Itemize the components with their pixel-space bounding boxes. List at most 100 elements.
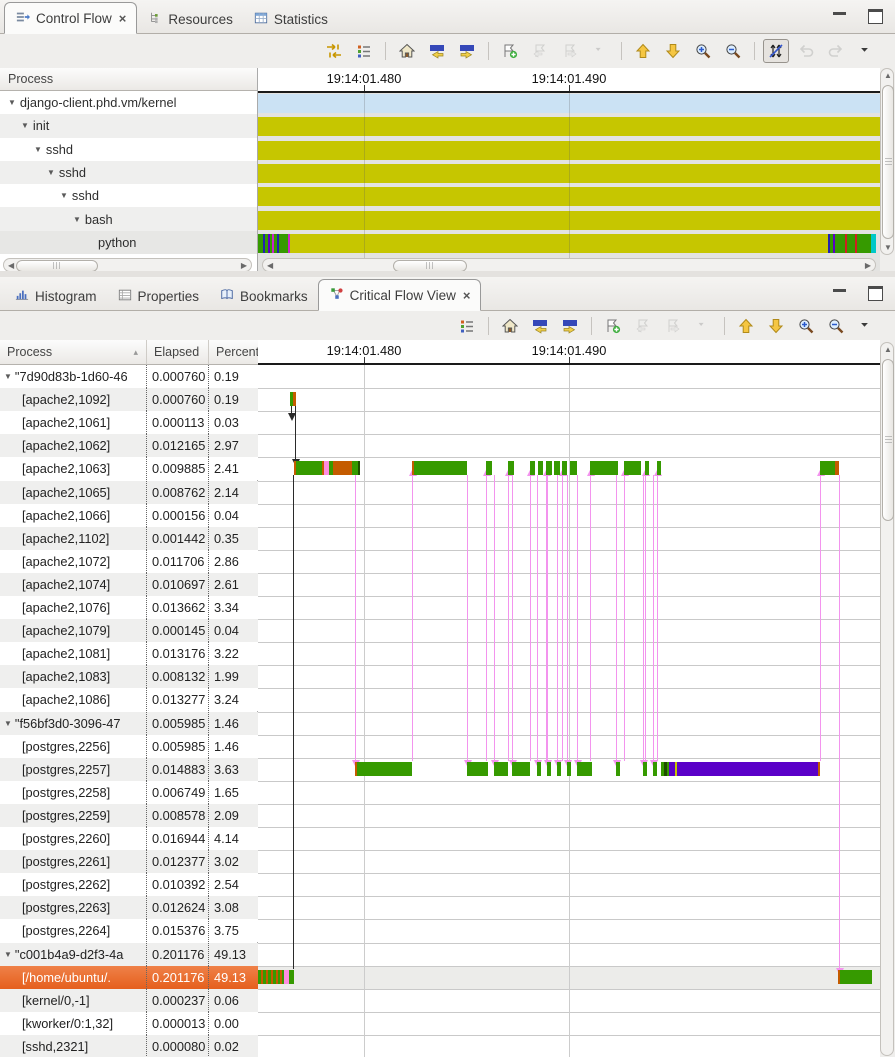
tab-critical-flow-view[interactable]: Critical Flow View × <box>318 279 482 311</box>
table-row-apache21076[interactable]: [apache2,1076]0.0136623.34 <box>0 596 258 619</box>
nav-up-icon[interactable] <box>630 39 656 63</box>
table-row-apache21065[interactable]: [apache2,1065]0.0087622.14 <box>0 481 258 504</box>
critical-path-segment[interactable] <box>840 970 872 984</box>
close-icon[interactable]: × <box>463 288 471 303</box>
critical-path-segment[interactable] <box>677 762 818 776</box>
show-legend-icon[interactable] <box>454 314 480 338</box>
table-row-apache21083[interactable]: [apache2,1083]0.0081321.99 <box>0 665 258 688</box>
table-row-postgres2264[interactable]: [postgres,2264]0.0153763.75 <box>0 919 258 942</box>
critical-path-segment[interactable] <box>820 461 835 475</box>
deselect-icon[interactable] <box>763 39 789 63</box>
zoom-in-icon[interactable] <box>793 314 819 338</box>
bottom-vscrollbar[interactable]: ▲ ||| <box>880 342 894 1056</box>
zoom-out-icon[interactable] <box>720 39 746 63</box>
critical-path-segment[interactable] <box>537 762 541 776</box>
table-row-postgres2260[interactable]: [postgres,2260]0.0169444.14 <box>0 827 258 850</box>
expander-icon[interactable]: ▼ <box>8 98 16 107</box>
critical-path-segment[interactable] <box>616 762 620 776</box>
table-row-apache21081[interactable]: [apache2,1081]0.0131763.22 <box>0 642 258 665</box>
critical-path-segment[interactable] <box>358 461 360 475</box>
table-row-apache21086[interactable]: [apache2,1086]0.0132773.24 <box>0 688 258 711</box>
elapsed-column-header[interactable]: Elapsed <box>147 340 209 365</box>
critical-path-segment[interactable] <box>538 461 543 475</box>
table-row-postgres2261[interactable]: [postgres,2261]0.0123773.02 <box>0 850 258 873</box>
minimize-button[interactable] <box>833 12 846 25</box>
table-row-apache21079[interactable]: [apache2,1079]0.0001450.04 <box>0 619 258 642</box>
home-icon[interactable] <box>497 314 523 338</box>
nav-down-icon[interactable] <box>660 39 686 63</box>
critical-path-segment[interactable] <box>289 970 294 984</box>
home-icon[interactable] <box>394 39 420 63</box>
table-row-kworker0132[interactable]: [kworker/0:1,32]0.0000130.00 <box>0 1012 258 1035</box>
table-row-apache21092[interactable]: [apache2,1092]0.0007600.19 <box>0 388 258 411</box>
table-row-homeubuntu[interactable]: [/home/ubuntu/.0.20117649.13 <box>0 966 258 989</box>
critical-path-segment[interactable] <box>657 461 661 475</box>
critical-path-segment[interactable] <box>557 762 561 776</box>
table-row-apache21072[interactable]: [apache2,1072]0.0117062.86 <box>0 550 258 573</box>
critical-path-segment[interactable] <box>577 762 592 776</box>
view-menu-icon[interactable] <box>853 314 879 338</box>
expander-icon[interactable]: ▼ <box>4 950 12 959</box>
tab-histogram[interactable]: Histogram <box>4 282 107 310</box>
zoom-out-icon[interactable] <box>823 314 849 338</box>
tree-item-sshd[interactable]: ▼sshd <box>0 161 257 184</box>
table-row-apache21074[interactable]: [apache2,1074]0.0106972.61 <box>0 573 258 596</box>
view-menu-icon[interactable] <box>853 39 879 63</box>
critical-path-segment[interactable] <box>818 762 820 776</box>
critical-path-segment[interactable] <box>643 762 647 776</box>
minimize-button[interactable] <box>833 289 846 302</box>
tree-item-python[interactable]: python <box>0 231 257 254</box>
expander-icon[interactable]: ▼ <box>73 215 81 224</box>
expander-icon[interactable]: ▼ <box>34 145 42 154</box>
critical-path-segment[interactable] <box>414 461 467 475</box>
table-row-kernel01[interactable]: [kernel/0,-1]0.0002370.06 <box>0 989 258 1012</box>
nav-up-icon[interactable] <box>733 314 759 338</box>
table-row-apache21061[interactable]: [apache2,1061]0.0001130.03 <box>0 411 258 434</box>
maximize-button[interactable] <box>868 9 883 24</box>
expander-icon[interactable]: ▼ <box>4 372 12 381</box>
table-row-f56bf3d0309647[interactable]: ▼"f56bf3d0-3096-470.0059851.46 <box>0 712 258 735</box>
critical-path-segment[interactable] <box>494 762 508 776</box>
table-row-c001b4a9d2f34a[interactable]: ▼"c001b4a9-d2f3-4a0.20117649.13 <box>0 943 258 966</box>
table-row-postgres2258[interactable]: [postgres,2258]0.0067491.65 <box>0 781 258 804</box>
top-vscrollbar[interactable]: ▲ ||| ▼ <box>880 68 894 255</box>
process-column-header[interactable]: Process <box>0 68 257 91</box>
tree-item-sshd[interactable]: ▼sshd <box>0 138 257 161</box>
critical-path-segment[interactable] <box>653 762 657 776</box>
expander-icon[interactable]: ▼ <box>47 168 55 177</box>
critical-path-segment[interactable] <box>547 762 551 776</box>
critical-path-segment[interactable] <box>546 461 552 475</box>
previous-marker-icon[interactable] <box>527 314 553 338</box>
process-column-header[interactable]: Process ▴ <box>0 340 147 365</box>
critical-path-segment[interactable] <box>562 461 567 475</box>
critical-path-segment[interactable] <box>293 392 296 406</box>
critical-path-segment[interactable] <box>645 461 649 475</box>
critical-path-segment[interactable] <box>624 461 641 475</box>
table-row-postgres2259[interactable]: [postgres,2259]0.0085782.09 <box>0 804 258 827</box>
next-marker-icon[interactable] <box>557 314 583 338</box>
critical-path-segment[interactable] <box>590 461 618 475</box>
close-icon[interactable]: × <box>119 11 127 26</box>
critical-path-segment[interactable] <box>835 461 839 475</box>
critical-flow-chart[interactable]: 19:14:01.48019:14:01.490 <box>258 340 880 1057</box>
table-row-apache21062[interactable]: [apache2,1062]0.0121652.97 <box>0 434 258 457</box>
tree-item-bash[interactable]: ▼bash <box>0 207 257 230</box>
tree-hscrollbar[interactable]: ◀ ||| ▶ <box>3 258 252 271</box>
zoom-in-icon[interactable] <box>690 39 716 63</box>
table-row-apache21102[interactable]: [apache2,1102]0.0014420.35 <box>0 527 258 550</box>
table-row-postgres2257[interactable]: [postgres,2257]0.0148833.63 <box>0 758 258 781</box>
align-views-icon[interactable] <box>321 39 347 63</box>
expander-icon[interactable]: ▼ <box>4 719 12 728</box>
critical-path-segment[interactable] <box>554 461 560 475</box>
tree-item-sshd[interactable]: ▼sshd <box>0 184 257 207</box>
table-row-postgres2256[interactable]: [postgres,2256]0.0059851.46 <box>0 735 258 758</box>
expander-icon[interactable]: ▼ <box>60 191 68 200</box>
tab-control-flow[interactable]: Control Flow × <box>4 2 137 34</box>
tab-properties[interactable]: Properties <box>107 282 210 310</box>
next-marker-icon[interactable] <box>454 39 480 63</box>
table-row-postgres2263[interactable]: [postgres,2263]0.0126243.08 <box>0 896 258 919</box>
table-row-7d90d83b1d6046[interactable]: ▼"7d90d83b-1d60-460.0007600.19 <box>0 365 258 388</box>
maximize-button[interactable] <box>868 286 883 301</box>
percent-column-header[interactable]: Percent <box>209 340 258 365</box>
critical-path-segment[interactable] <box>486 461 492 475</box>
